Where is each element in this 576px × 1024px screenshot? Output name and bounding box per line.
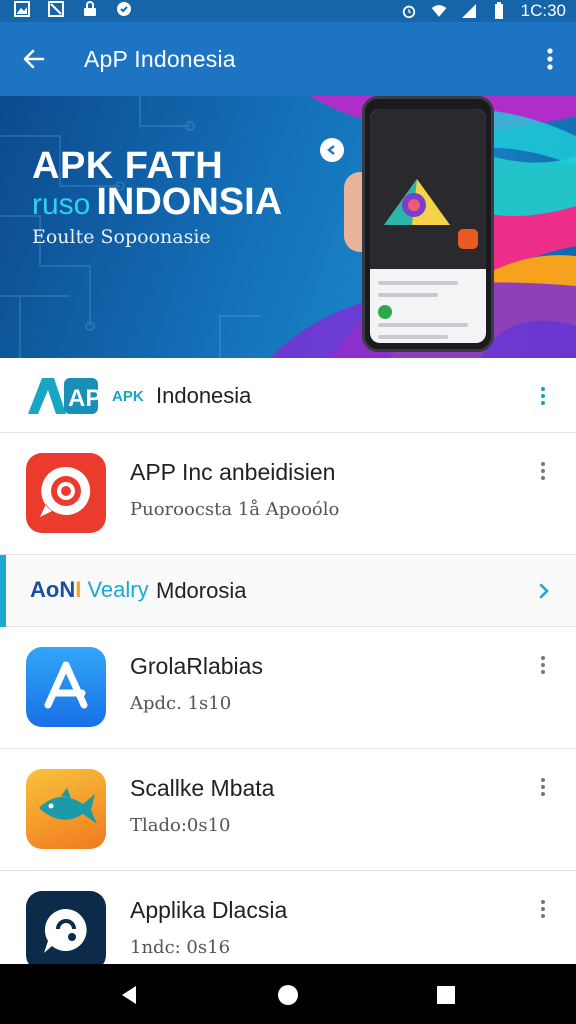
list-item[interactable]: APP Inc anbeidisien Puoroocsta 1å Apooól… [0, 433, 576, 555]
brand-header-row[interactable]: APP APK Indonesia [0, 358, 576, 433]
list-item[interactable]: Applika Dlacsia 1ndc: 0s16 [0, 871, 576, 971]
app-name: Scallke Mbata [130, 775, 275, 801]
status-right-icons: 1C:30 [401, 0, 566, 22]
fish-icon [26, 769, 106, 849]
app-name: GrolaRlabias [130, 653, 263, 679]
banner-prev-button[interactable] [320, 138, 344, 162]
back-triangle-icon[interactable] [116, 982, 142, 1008]
recents-square-icon[interactable] [433, 982, 459, 1008]
banner-title-line1: APK FATH [32, 145, 224, 187]
banner-accent: ruso [32, 188, 91, 221]
section-brand: AoNI Vealry [30, 577, 149, 602]
list-item[interactable]: GrolaRlabias Apdc. 1s10 [0, 627, 576, 749]
shield-icon [116, 1, 132, 17]
home-circle-icon[interactable] [275, 982, 301, 1008]
no-sim-icon [48, 1, 64, 17]
app-subtitle: Puoroocsta 1å Apooólo [130, 499, 340, 520]
chevron-right-icon[interactable] [534, 577, 554, 605]
app-bar: ApP Indonesia [0, 22, 576, 96]
more-vert-icon [547, 48, 553, 70]
banner-title-line2-text: INDONSIA [96, 181, 283, 223]
overflow-menu-button[interactable] [538, 44, 562, 74]
wifi-icon [431, 3, 447, 19]
lock-icon [82, 1, 98, 17]
app-name: APP Inc anbeidisien [130, 459, 336, 485]
back-button[interactable] [18, 43, 50, 75]
item-menu-button[interactable] [534, 651, 552, 679]
arrow-left-icon [23, 49, 45, 69]
brand-apk-label: APK [112, 388, 144, 405]
app-subtitle: 1ndc: 0s16 [130, 937, 231, 958]
section-accent-bar [0, 555, 6, 627]
image-icon [14, 1, 30, 17]
item-menu-button[interactable] [534, 895, 552, 923]
section-label: Mdorosia [156, 578, 247, 603]
list-item[interactable]: Scallke Mbata Tlado:0s10 [0, 749, 576, 871]
status-bar: 1C:30 [0, 0, 576, 22]
brand-indonesia-label: Indonesia [156, 383, 252, 408]
banner-title-line2: ruso INDONSIA [32, 181, 283, 223]
phone-badge-icon [458, 229, 478, 249]
chat-bubble-icon [26, 891, 106, 971]
page-title: ApP Indonesia [84, 46, 236, 72]
banner-subtitle: Eoulte Sopoonasie [32, 226, 211, 248]
signal-icon [461, 3, 477, 19]
system-nav-bar [0, 964, 576, 1024]
item-menu-button[interactable] [534, 773, 552, 801]
promo-banner[interactable]: APK FATH ruso INDONSIA Eoulte Sopoonasie [0, 96, 576, 358]
app-subtitle: Tlado:0s10 [130, 815, 231, 836]
app-name: Applika Dlacsia [130, 897, 288, 923]
svg-text:APP: APP [68, 385, 102, 412]
app-store-icon [26, 647, 106, 727]
app-indonesia-logo: APP [28, 378, 102, 414]
apk-logo-icon [384, 179, 450, 225]
phone-graphic [362, 96, 494, 352]
target-icon [26, 453, 106, 533]
section-row[interactable]: AoNI Vealry Mdorosia [0, 555, 576, 627]
item-menu-button[interactable] [534, 457, 552, 485]
chevron-left-icon [327, 145, 335, 155]
app-subtitle: Apdc. 1s10 [130, 693, 232, 714]
clock-time: 1C:30 [520, 1, 566, 20]
status-left-icons [14, 1, 132, 17]
brand-menu-button[interactable] [534, 382, 552, 410]
alarm-icon [401, 3, 417, 19]
battery-icon [491, 2, 507, 19]
phone-green-dot [378, 305, 392, 319]
